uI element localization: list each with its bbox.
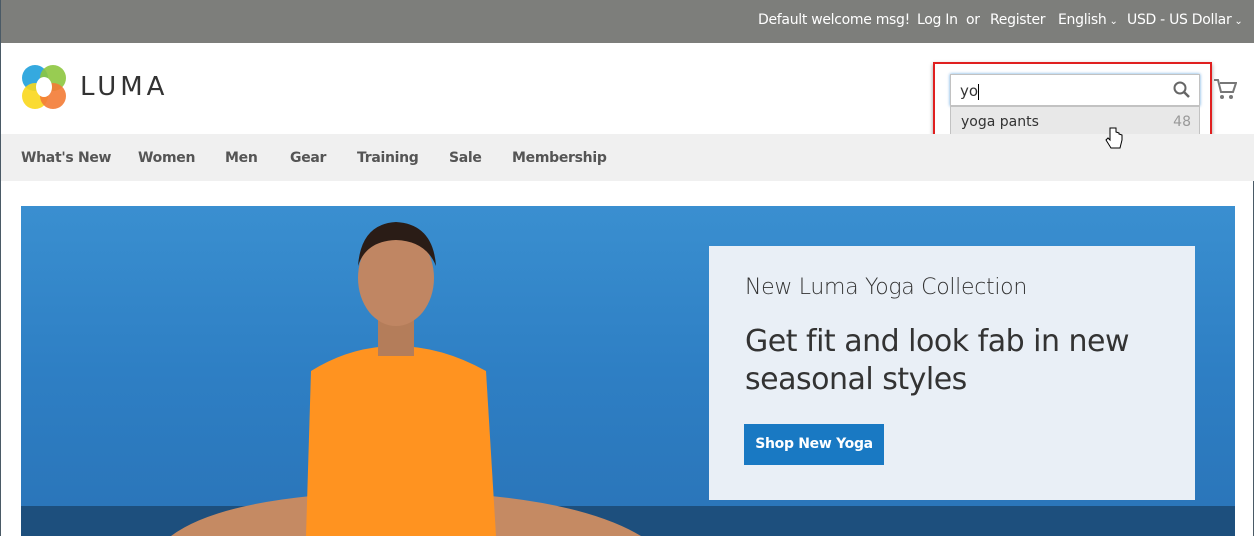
search-icon[interactable]: [1173, 81, 1191, 99]
nav-women[interactable]: Women: [138, 150, 195, 166]
login-link[interactable]: Log In: [917, 12, 958, 28]
search-input[interactable]: yo: [950, 74, 1200, 106]
nav-sale[interactable]: Sale: [449, 150, 482, 166]
language-switcher[interactable]: English ⌄: [1058, 12, 1118, 28]
main-nav: What's New Women Men Gear Training Sale …: [1, 134, 1254, 181]
nav-men[interactable]: Men: [225, 150, 258, 166]
promo-title: Get fit and look fab in new seasonal sty…: [745, 324, 1130, 397]
hero-model-image: [171, 222, 641, 536]
search-value: yo: [960, 82, 979, 100]
nav-membership[interactable]: Membership: [512, 150, 607, 166]
register-link[interactable]: Register: [990, 12, 1046, 28]
nav-gear[interactable]: Gear: [290, 150, 326, 166]
nav-training[interactable]: Training: [357, 150, 419, 166]
nav-whats-new[interactable]: What's New: [21, 150, 112, 166]
hand-cursor-icon: [1105, 127, 1123, 149]
shop-new-yoga-button[interactable]: Shop New Yoga: [744, 424, 884, 465]
currency-label: USD - US Dollar: [1127, 12, 1232, 28]
currency-switcher[interactable]: USD - US Dollar ⌄: [1127, 12, 1243, 28]
luma-logo-icon[interactable]: [21, 64, 67, 110]
suggestion-label: yoga pants: [961, 114, 1039, 130]
promo-subtitle: New Luma Yoga Collection: [745, 275, 1027, 300]
top-bar: Default welcome msg! Log In or Register …: [1, 0, 1254, 43]
cart-icon[interactable]: [1213, 78, 1237, 100]
chevron-down-icon: ⌄: [1109, 16, 1118, 27]
suggestion-count: 48: [1173, 114, 1191, 130]
language-label: English: [1058, 12, 1107, 28]
chevron-down-icon: ⌄: [1234, 16, 1243, 27]
logo-text[interactable]: LUMA: [80, 72, 168, 102]
or-text: or: [966, 12, 980, 28]
search-suggestion[interactable]: yoga pants 48: [950, 106, 1200, 137]
welcome-message: Default welcome msg!: [758, 12, 910, 28]
